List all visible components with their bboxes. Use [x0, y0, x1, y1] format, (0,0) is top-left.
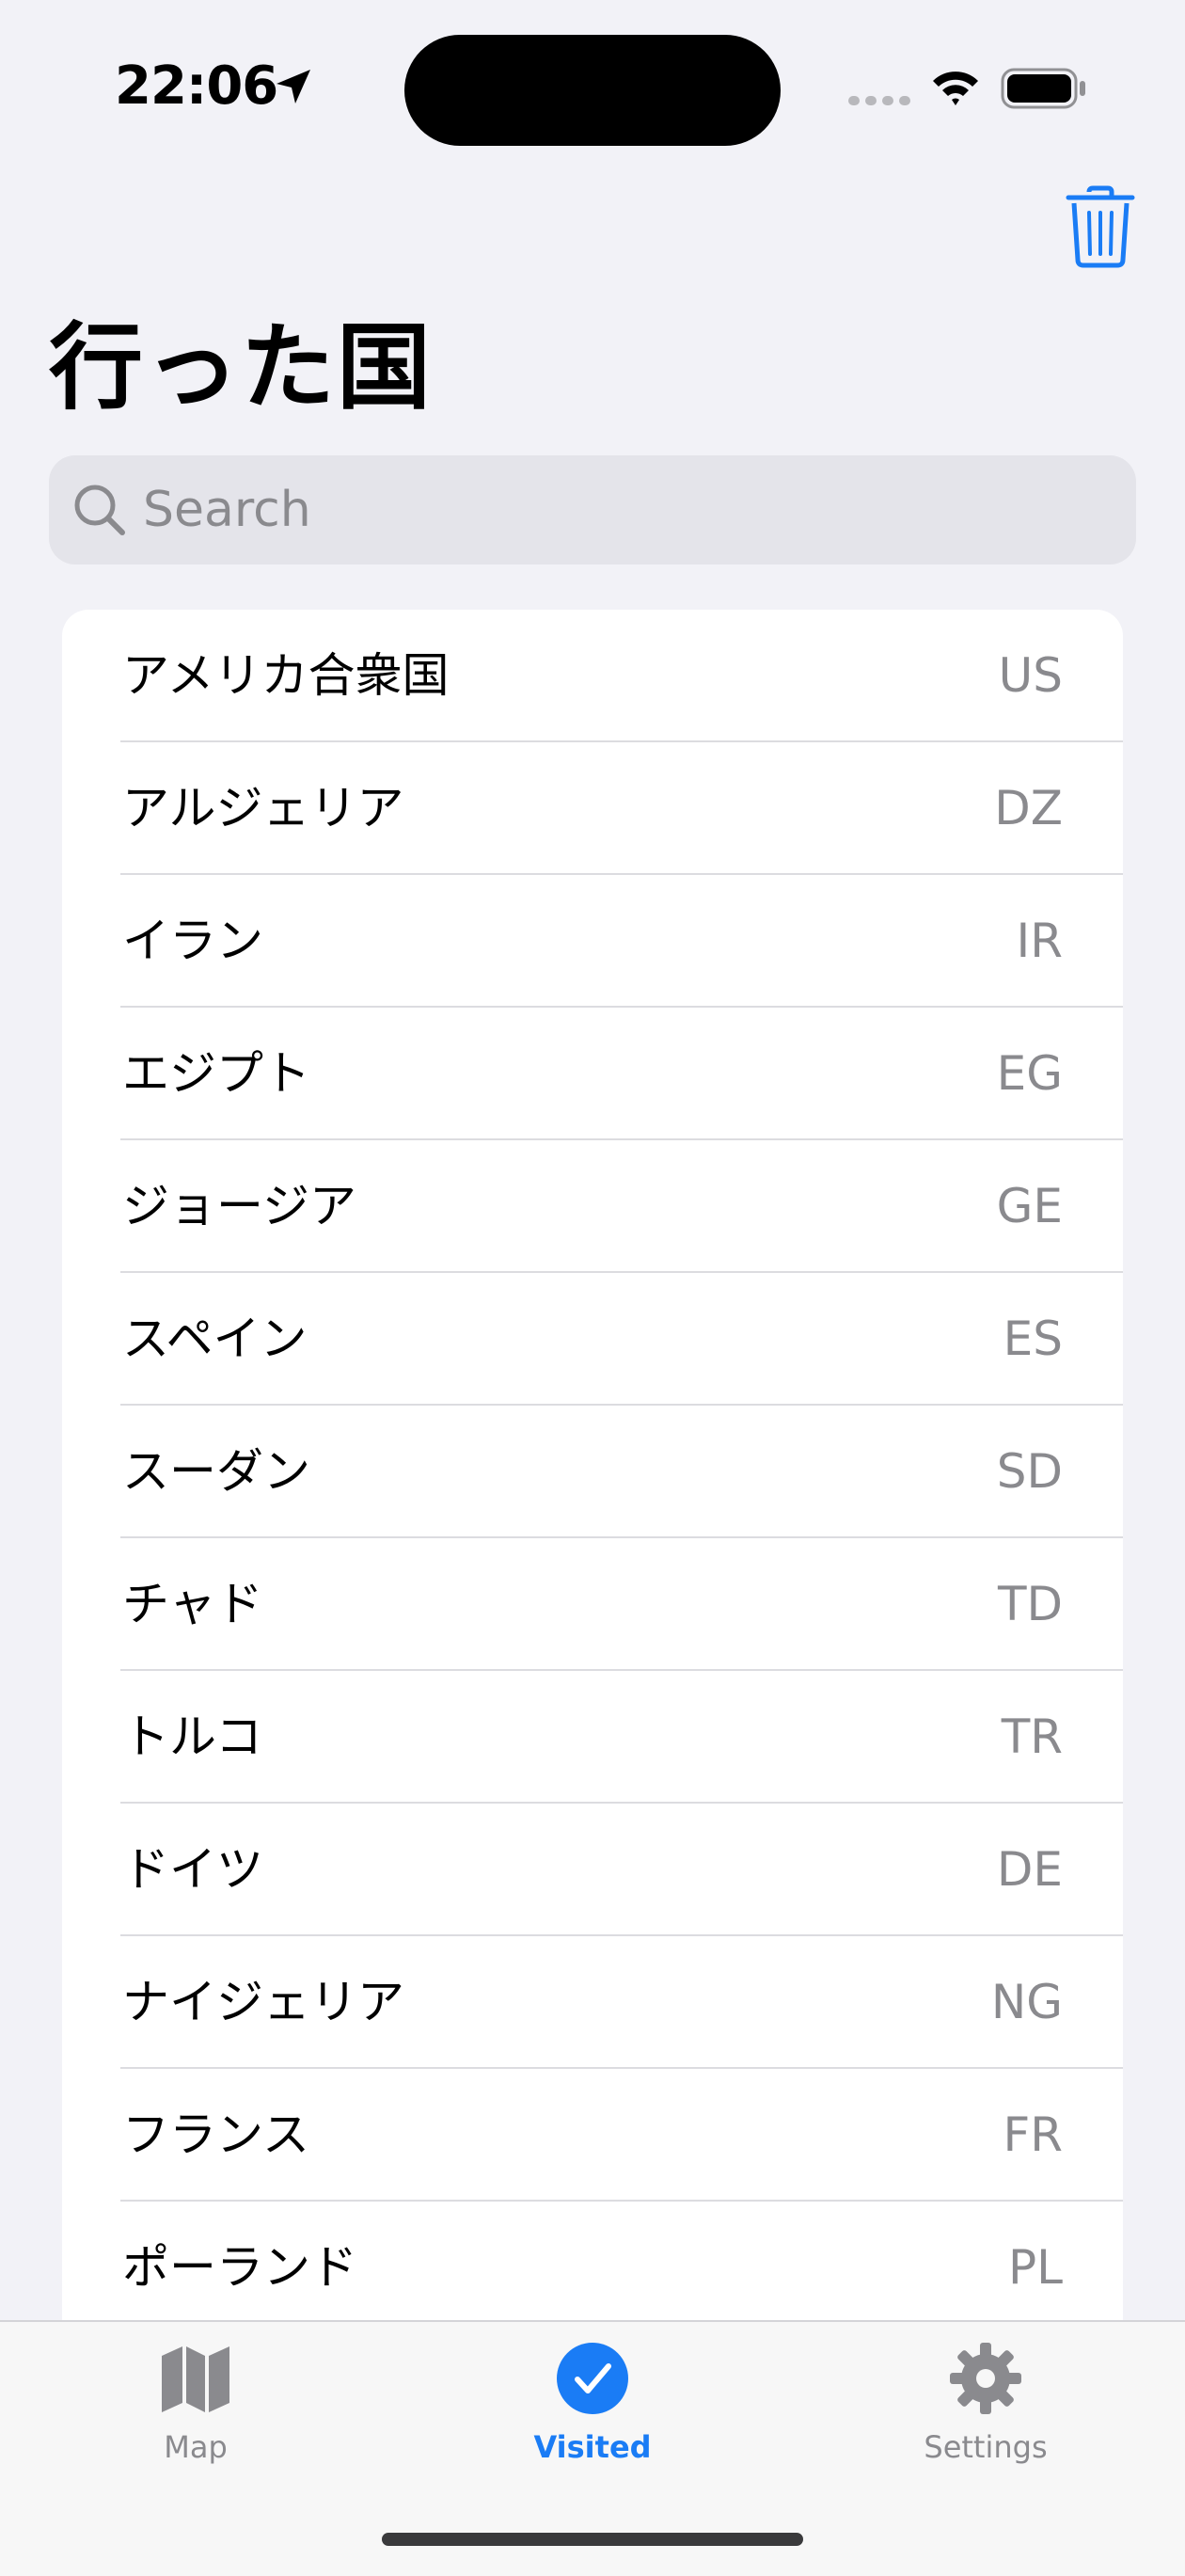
country-code: SD: [996, 1444, 1063, 1499]
country-row[interactable]: ジョージア GE: [62, 1140, 1123, 1273]
country-code: NG: [990, 1975, 1063, 2029]
country-row[interactable]: ポーランド PL: [62, 2202, 1123, 2322]
country-code: FR: [1003, 2107, 1063, 2162]
country-code: DE: [996, 1842, 1063, 1897]
search-bar[interactable]: [49, 455, 1136, 564]
location-arrow-icon: [276, 70, 310, 103]
tab-map[interactable]: Map: [55, 2341, 337, 2482]
country-name: ジョージア: [122, 1179, 356, 1233]
country-name: ナイジェリア: [122, 1975, 404, 2029]
wifi-icon: [933, 72, 978, 105]
country-row[interactable]: トルコ TR: [62, 1671, 1123, 1804]
country-code: TD: [997, 1577, 1063, 1631]
country-name: ポーランド: [122, 2240, 357, 2295]
tab-bar: Map Visited Settings: [0, 2320, 1185, 2576]
country-code: PL: [1007, 2240, 1063, 2295]
delete-button[interactable]: [1065, 184, 1136, 269]
country-name: イラン: [122, 914, 263, 968]
country-row[interactable]: アルジェリア DZ: [62, 742, 1123, 875]
country-name: スーダン: [122, 1444, 310, 1499]
country-row[interactable]: スペイン ES: [62, 1273, 1123, 1406]
country-name: ドイツ: [122, 1842, 263, 1897]
map-icon: [162, 2346, 229, 2412]
page-title: 行った国: [49, 312, 433, 422]
gear-icon: [950, 2343, 1021, 2414]
country-code: GE: [996, 1179, 1063, 1233]
country-list: アメリカ合衆国 US アルジェリア DZ イラン IR エジプト EG ジョージア GE スペイン E…: [62, 610, 1123, 2322]
country-row[interactable]: ナイジェリア NG: [62, 1936, 1123, 2069]
tab-visited[interactable]: Visited: [451, 2341, 734, 2482]
country-name: トルコ: [122, 1709, 262, 1764]
tab-settings-label: Settings: [924, 2429, 1048, 2465]
country-row[interactable]: イラン IR: [62, 875, 1123, 1008]
tab-visited-label: Visited: [533, 2429, 652, 2465]
country-code: DZ: [994, 781, 1063, 835]
home-indicator: [382, 2533, 803, 2546]
country-row[interactable]: ドイツ DE: [62, 1804, 1123, 1936]
checkmark-circle-icon: [557, 2343, 628, 2414]
tab-settings[interactable]: Settings: [845, 2341, 1127, 2482]
battery-icon: [1001, 68, 1085, 109]
country-code: EG: [996, 1046, 1063, 1101]
status-time: 22:06: [115, 56, 278, 117]
search-icon: [74, 485, 125, 535]
country-name: エジプト: [122, 1046, 310, 1101]
status-bar: 22:06: [0, 0, 1185, 169]
country-row[interactable]: スーダン SD: [62, 1406, 1123, 1538]
cellular-signal-icon: [848, 96, 910, 105]
country-name: アルジェリア: [122, 781, 404, 835]
country-code: US: [998, 648, 1063, 703]
search-input[interactable]: [143, 472, 1102, 548]
country-row[interactable]: チャド TD: [62, 1538, 1123, 1671]
country-code: TR: [1001, 1709, 1063, 1764]
trash-icon: [1066, 185, 1135, 268]
country-name: スペイン: [122, 1312, 308, 1366]
country-code: IR: [1016, 914, 1064, 968]
country-name: チャド: [122, 1577, 263, 1631]
country-row[interactable]: フランス FR: [62, 2069, 1123, 2202]
country-name: フランス: [122, 2107, 309, 2162]
tab-map-label: Map: [164, 2429, 228, 2465]
country-code: ES: [1003, 1312, 1063, 1366]
country-row[interactable]: エジプト EG: [62, 1008, 1123, 1140]
country-row[interactable]: アメリカ合衆国 US: [62, 610, 1123, 742]
country-name: アメリカ合衆国: [122, 648, 450, 703]
dynamic-island: [404, 35, 781, 146]
